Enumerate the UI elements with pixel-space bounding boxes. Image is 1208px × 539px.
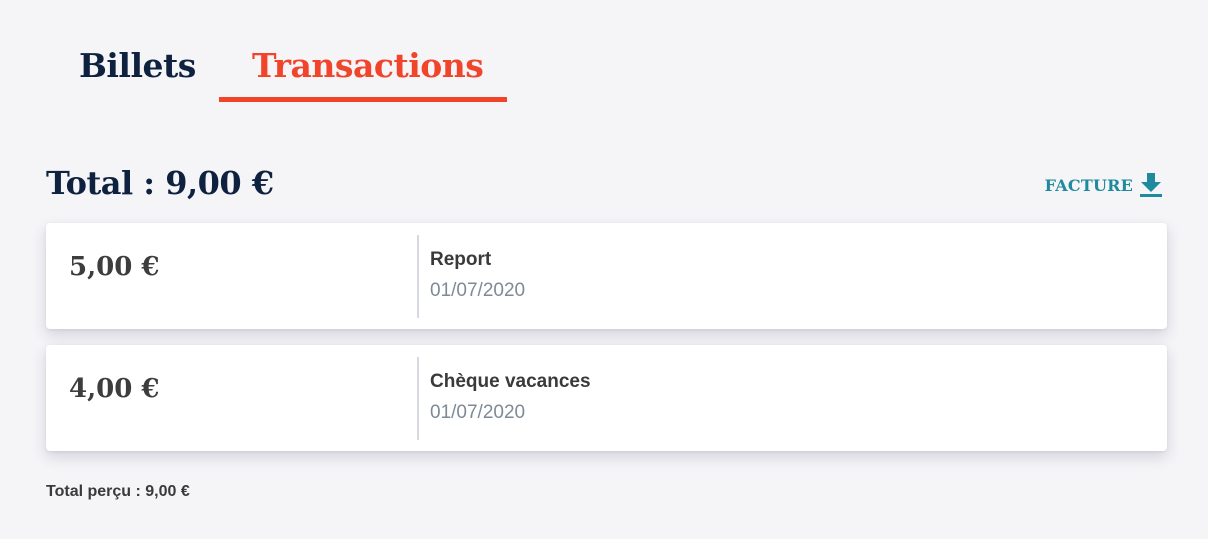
transaction-card: 5,00 € Report 01/07/2020: [46, 223, 1167, 329]
card-divider: [417, 235, 419, 318]
transaction-amount: 4,00 €: [69, 374, 160, 404]
total-received-label: Total perçu : 9,00 €: [46, 483, 190, 500]
facture-download-button[interactable]: FACTURE: [1045, 170, 1162, 200]
tab-bar: Billets Transactions: [0, 0, 1208, 102]
transaction-title: Chèque vacances: [430, 371, 591, 392]
transaction-title: Report: [430, 249, 492, 270]
transaction-date: 01/07/2020: [430, 280, 526, 301]
transaction-card: 4,00 € Chèque vacances 01/07/2020: [46, 345, 1167, 451]
active-tab-indicator: [219, 97, 507, 102]
total-amount-heading: Total : 9,00 €: [46, 164, 274, 202]
transaction-date: 01/07/2020: [430, 402, 526, 423]
tab-billets[interactable]: Billets: [79, 44, 196, 88]
tab-transactions[interactable]: Transactions: [252, 44, 484, 88]
card-divider: [417, 357, 419, 440]
download-icon: [1140, 173, 1162, 197]
transaction-amount: 5,00 €: [69, 252, 160, 282]
facture-label: FACTURE: [1044, 175, 1133, 195]
